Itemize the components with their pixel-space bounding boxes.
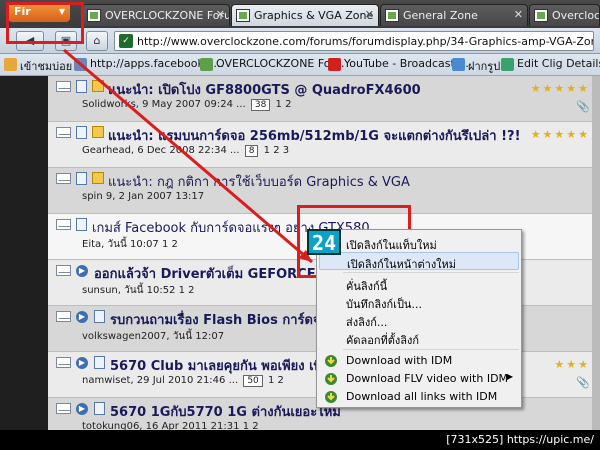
menu-download-all-idm[interactable]: Download all links with IDM [319, 388, 519, 406]
menu-separator [343, 349, 519, 350]
menu-open-link-new-tab[interactable]: เปิดลิงก์ในแท็บใหม่ [319, 234, 519, 252]
menu-bookmark-link[interactable]: คั่นลิงก์นี้ [319, 275, 519, 293]
menu-copy-link-location[interactable]: คัดลอกที่ตั้งลิงก์ [319, 329, 519, 347]
idm-icon [324, 354, 338, 368]
menu-item-label: เปิดลิงก์ในหน้าต่างใหม่ [347, 258, 457, 271]
menu-download-idm[interactable]: Download with IDM [319, 352, 519, 370]
menu-item-label: Download all links with IDM [346, 390, 498, 403]
idm-icon [324, 390, 338, 404]
menu-item-label: Download with IDM [346, 354, 453, 367]
menu-item-label: บันทึกลิงก์เป็น... [346, 298, 422, 311]
menu-download-flv-idm[interactable]: Download FLV video with IDM ▶ [319, 370, 519, 388]
idm-icon [324, 372, 338, 386]
watermark-logo: 24 [307, 229, 341, 255]
menu-open-link-new-window[interactable]: เปิดลิงก์ในหน้าต่างใหม่ [319, 252, 519, 271]
annotation-box-menu [6, 2, 84, 44]
footer-text: [731x525] https://upic.me/ [446, 433, 594, 446]
menu-item-label: คั่นลิงก์นี้ [346, 280, 388, 293]
menu-save-link-as[interactable]: บันทึกลิงก์เป็น... [319, 293, 519, 311]
context-menu: เปิดลิงก์ในแท็บใหม่ เปิดลิงก์ในหน้าต่างใ… [316, 229, 522, 408]
menu-send-link[interactable]: ส่งลิงก์... [319, 311, 519, 329]
screenshot-stage: Fir ▼ OVERCLOCKZONE Foru ✕ Graphics & VG… [0, 0, 600, 450]
annotation-arrow-line [63, 48, 313, 264]
menu-separator [343, 272, 519, 273]
submenu-arrow-icon: ▶ [506, 372, 513, 381]
menu-item-label: Download FLV video with IDM [346, 372, 509, 385]
menu-item-label: คัดลอกที่ตั้งลิงก์ [346, 334, 420, 347]
image-host-footer: [731x525] https://upic.me/ [0, 430, 600, 450]
menu-item-label: ส่งลิงก์... [346, 316, 388, 329]
menu-item-label: เปิดลิงก์ในแท็บใหม่ [346, 239, 437, 252]
